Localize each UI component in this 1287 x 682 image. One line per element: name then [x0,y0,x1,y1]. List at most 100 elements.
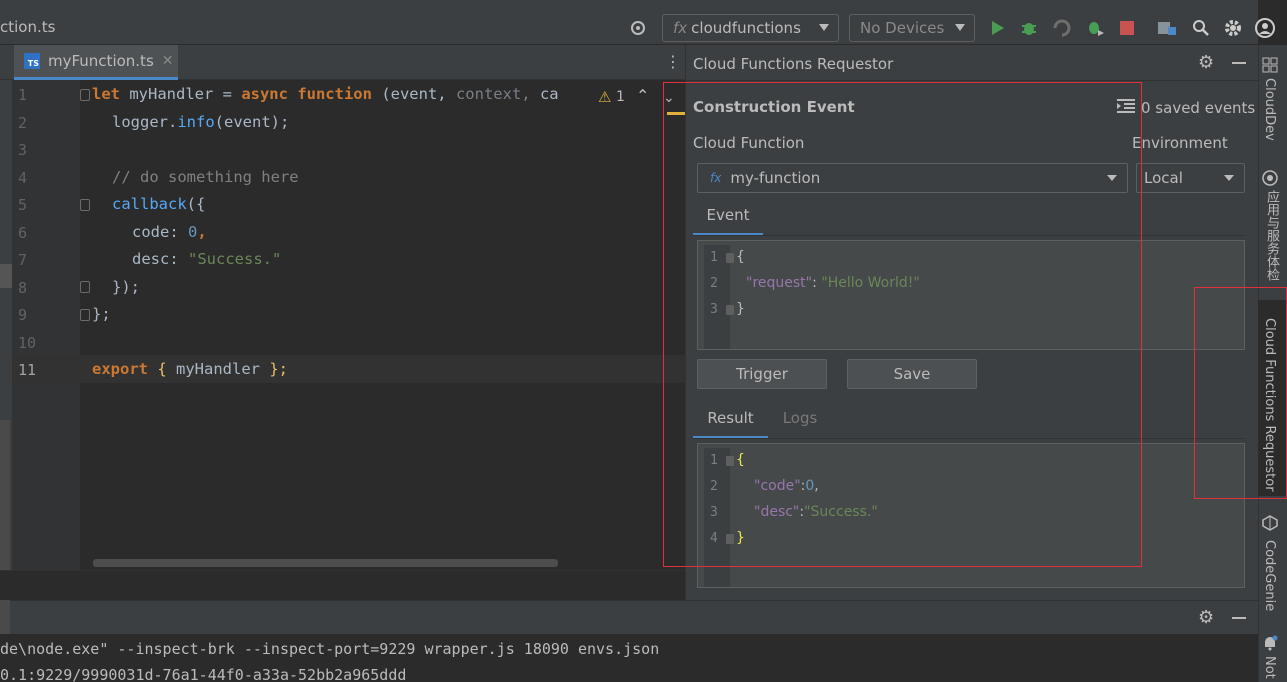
gear-icon[interactable]: ⚙ [1198,52,1214,73]
identifier: logger [112,113,168,131]
keyword: export [92,360,158,378]
console-line: de\node.exe" --inspect-brk --inspect-por… [0,640,660,658]
method-call: info [177,113,215,131]
warning-icon[interactable]: ⚠ [598,88,611,106]
code-line-1: let myHandler = async function (event, c… [92,85,559,103]
function-icon: fx [673,19,688,37]
strip-scroll[interactable] [0,420,10,580]
tool-window-notifications[interactable]: Not [1262,656,1277,679]
method-call: callback [112,195,187,213]
project-structure-icon[interactable] [1156,17,1178,39]
fold-marker-icon[interactable] [80,89,90,101]
keyword: function [297,85,382,103]
code-line-9: }; [92,305,111,323]
debug-icon[interactable] [1018,17,1040,39]
minimize-icon[interactable] [1232,62,1246,64]
chevron-down-icon [1224,175,1234,181]
left-tool-strip [0,80,12,600]
code-line-7: desc: "Success." [132,250,281,268]
punct: , [197,223,207,241]
property: code: [132,223,188,241]
highlight-frame-tool-window [1194,287,1287,499]
devices-dropdown[interactable]: No Devices [849,14,975,42]
health-check-icon[interactable] [1262,170,1278,186]
punct: ({ [186,195,206,213]
horizontal-scrollbar[interactable] [93,559,558,567]
punct: . [168,113,178,131]
code-line-5: callback({ [112,195,205,213]
editor-tab-label: myFunction.ts [48,52,154,70]
line-number: 4 [18,169,28,187]
identifier: myHandler = [129,85,242,103]
line-number: 10 [18,334,37,352]
keyword: async [241,85,298,103]
environment-label: Environment [1132,134,1228,152]
account-icon[interactable] [1254,17,1276,39]
attach-debugger-icon[interactable] [1084,17,1106,39]
fold-marker-icon[interactable] [80,199,90,211]
editor-bottom-area [0,570,685,600]
line-number: 11 [18,361,37,379]
fold-marker-icon[interactable] [80,309,90,321]
params-truncated: ca [539,85,559,103]
run-icon[interactable] [986,17,1008,39]
line-number: 6 [18,224,28,242]
run-config-dropdown[interactable]: fx cloudfunctions [662,14,839,42]
minimize-icon[interactable] [1232,617,1246,619]
line-number: 3 [18,141,28,159]
gear-icon[interactable] [1222,17,1244,39]
brace: }; [269,360,288,378]
bell-icon[interactable] [1262,635,1278,651]
strip-marker [0,264,12,288]
more-options-icon[interactable]: ⋮ [665,52,681,71]
line-number: 9 [18,306,28,324]
tool-window-codegenie[interactable]: CodeGenie [1262,540,1277,611]
environment-select[interactable]: Local [1136,163,1245,193]
identifier: myHandler [176,360,270,378]
run-config-label: cloudfunctions [691,19,801,37]
tool-window-app-services[interactable]: 应用与服务体检 [1262,190,1281,281]
bottom-panel-marker [0,600,10,634]
stop-icon[interactable] [1116,17,1138,39]
environment-value: Local [1144,169,1183,187]
console-line: 0.1:9229/9990031d-76a1-44f0-a33a-52bb2a9… [0,666,407,682]
profile-icon[interactable] [1051,17,1073,39]
clouddev-icon[interactable] [1262,57,1278,73]
saved-events-count[interactable]: 0 saved events [1141,99,1255,117]
args: (event); [214,113,290,131]
line-number: 8 [18,279,28,297]
line-number: 7 [18,251,28,269]
unused-param: context, [455,85,540,103]
run-console[interactable]: de\node.exe" --inspect-brk --inspect-por… [0,634,1258,682]
chevron-up-icon[interactable]: ⌃ [636,86,649,105]
code-editor[interactable] [80,80,685,570]
target-icon[interactable] [627,17,649,39]
line-number: 1 [18,86,28,104]
panel-title: Cloud Functions Requestor [693,55,894,73]
code-line-2: logger.info(event); [112,113,289,131]
params: (event, [381,85,456,103]
warning-count: 1 [616,89,625,105]
devices-label: No Devices [860,19,945,37]
property: desc: [132,250,188,268]
code-line-6: code: 0, [132,223,207,241]
gear-icon[interactable]: ⚙ [1198,607,1214,628]
tool-window-clouddev[interactable]: CloudDev [1262,78,1277,141]
chevron-down-icon [819,24,829,31]
typescript-file-icon: TS [24,53,40,69]
codegenie-icon[interactable] [1262,515,1278,531]
highlight-frame-requestor [663,82,1142,567]
keyword: let [92,85,130,103]
number-literal: 0 [188,223,198,241]
fold-marker-icon[interactable] [80,281,90,293]
code-line-8: }); [112,278,140,296]
editor-tab-myfunction[interactable]: TS myFunction.ts ✕ [14,45,178,80]
line-number: 5 [18,196,28,214]
line-number: 2 [18,114,28,132]
code-line-4-comment: // do something here [112,168,299,186]
bottom-panel-header [0,600,1258,634]
string-literal: "Success." [188,250,282,268]
close-icon[interactable]: ✕ [162,53,174,69]
search-icon[interactable] [1190,17,1212,39]
code-line-11: export { myHandler }; [92,360,288,378]
